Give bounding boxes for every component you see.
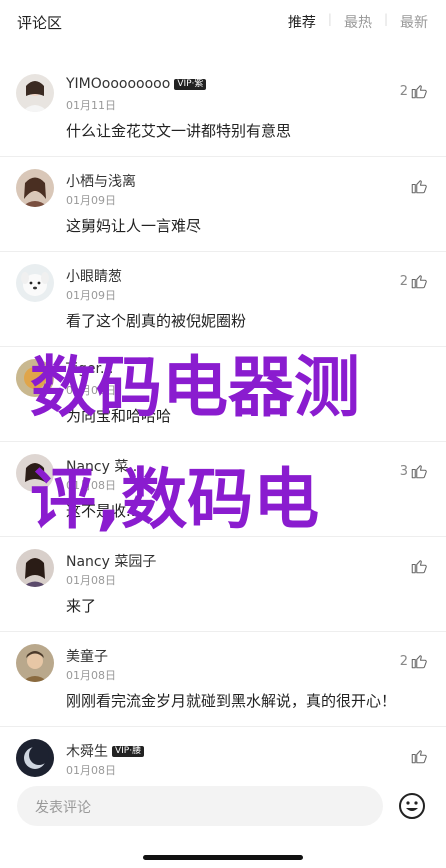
thumbs-up-icon xyxy=(411,750,427,764)
comment-text: 这舅妈让人一言难尽 xyxy=(66,217,202,235)
username[interactable]: Nancy 菜园子 xyxy=(66,551,156,571)
like-button[interactable] xyxy=(408,747,428,765)
comment-item: YIMOoooooooo VIP·紫 01月11日 什么让金花艾文一讲都特别有意… xyxy=(0,62,446,157)
user-avatar-icon xyxy=(16,74,54,112)
comment-item: Tiger... 01月08日 为向宝和哈哈哈 xyxy=(0,347,446,442)
username[interactable]: 美童子 xyxy=(66,646,108,666)
comment-text: 什么让金花艾文一讲都特别有意思 xyxy=(66,122,292,140)
username[interactable]: YIMOoooooooo VIP·紫 xyxy=(66,76,207,92)
like-button[interactable] xyxy=(408,177,428,195)
dog-avatar-icon xyxy=(16,264,54,302)
user-avatar-icon xyxy=(16,359,54,397)
comment-text: 看了这个剧真的被倪妮圈粉 xyxy=(66,312,247,330)
comment-date: 01月09日 xyxy=(66,194,116,207)
like-button[interactable]: 2 xyxy=(400,82,428,100)
username-text: 美童子 xyxy=(66,649,108,665)
comment-date: 01月08日 xyxy=(66,384,116,397)
comment-text: 为向宝和哈哈哈 xyxy=(66,407,172,425)
tab-newest[interactable]: 最新 xyxy=(400,12,428,32)
like-count: 2 xyxy=(399,273,408,289)
page-title: 评论区 xyxy=(17,14,63,32)
comment-text: 刚刚看完流金岁月就碰到黑水解说，真的很开心！ xyxy=(66,692,397,710)
avatar[interactable] xyxy=(16,74,54,112)
like-count: 3 xyxy=(399,463,408,479)
username-text: 木舜生 xyxy=(66,744,108,760)
thumbs-up-icon xyxy=(411,180,427,194)
comment-input[interactable]: 发表评论 xyxy=(17,786,383,826)
username[interactable]: 木舜生 VIP·腰 xyxy=(66,741,145,761)
vip-badge: VIP·腰 xyxy=(112,745,145,757)
avatar[interactable] xyxy=(16,359,54,397)
emoji-icon[interactable] xyxy=(398,792,426,820)
comment-item: 美童子 01月08日 刚刚看完流金岁月就碰到黑水解说，真的很开心！ 2 xyxy=(0,632,446,727)
avatar[interactable] xyxy=(16,644,54,682)
tab-recommend[interactable]: 推荐 xyxy=(288,12,316,32)
header: 评论区 推荐 | 最热 | 最新 xyxy=(0,0,446,44)
like-button[interactable]: 2 xyxy=(400,652,428,670)
thumbs-up-icon xyxy=(411,560,427,574)
user-avatar-icon xyxy=(16,644,54,682)
comment-item: Nancy 菜园子 01月08日 来了 xyxy=(0,537,446,632)
moon-avatar-icon xyxy=(16,739,54,777)
avatar[interactable] xyxy=(16,264,54,302)
username-text: 小眼睛葱 xyxy=(66,269,122,285)
avatar[interactable] xyxy=(16,739,54,777)
like-count: 2 xyxy=(399,653,408,669)
avatar[interactable] xyxy=(16,549,54,587)
comment-input-placeholder: 发表评论 xyxy=(35,800,91,816)
overlay-title-line2: 评,数码电 xyxy=(30,461,320,538)
username[interactable]: 小眼睛葱 xyxy=(66,266,122,286)
like-button[interactable]: 3 xyxy=(400,462,428,480)
username-text: Tiger... xyxy=(66,361,114,377)
comment-date: 01月08日 xyxy=(66,764,116,777)
comment-date: 01月09日 xyxy=(66,289,116,302)
comment-date: 01月08日 xyxy=(66,574,116,587)
user-avatar-icon xyxy=(16,169,54,207)
comment-date: 01月08日 xyxy=(66,669,116,682)
username-text: Nancy 菜园子 xyxy=(66,554,157,570)
tab-hottest[interactable]: 最热 xyxy=(344,12,372,32)
thumbs-up-icon xyxy=(411,655,427,669)
vip-badge: VIP·紫 xyxy=(174,78,207,90)
like-button[interactable]: 2 xyxy=(400,272,428,290)
comment-item: 小栖与浅离 01月09日 这舅妈让人一言难尽 xyxy=(0,157,446,252)
like-count: 2 xyxy=(399,83,408,99)
thumbs-up-icon xyxy=(411,85,427,99)
thumbs-up-icon xyxy=(411,465,427,479)
sort-tabs: 推荐 | 最热 | 最新 xyxy=(276,12,428,32)
tab-divider: | xyxy=(383,12,388,26)
thumbs-up-icon xyxy=(411,275,427,289)
username-text: 小栖与浅离 xyxy=(66,174,136,190)
username-text: YIMOoooooooo xyxy=(66,76,171,92)
comment-bar: 发表评论 xyxy=(0,780,446,868)
like-button[interactable] xyxy=(408,557,428,575)
comment-text: 来了 xyxy=(66,597,97,615)
tab-divider: | xyxy=(327,12,332,26)
avatar[interactable] xyxy=(16,169,54,207)
username[interactable]: 小栖与浅离 xyxy=(66,171,136,191)
username[interactable]: Tiger... xyxy=(66,361,113,377)
comment-item: 小眼睛葱 01月09日 看了这个剧真的被倪妮圈粉 2 xyxy=(0,252,446,347)
home-indicator xyxy=(143,855,303,860)
user-avatar-icon xyxy=(16,549,54,587)
comment-date: 01月11日 xyxy=(66,99,116,112)
